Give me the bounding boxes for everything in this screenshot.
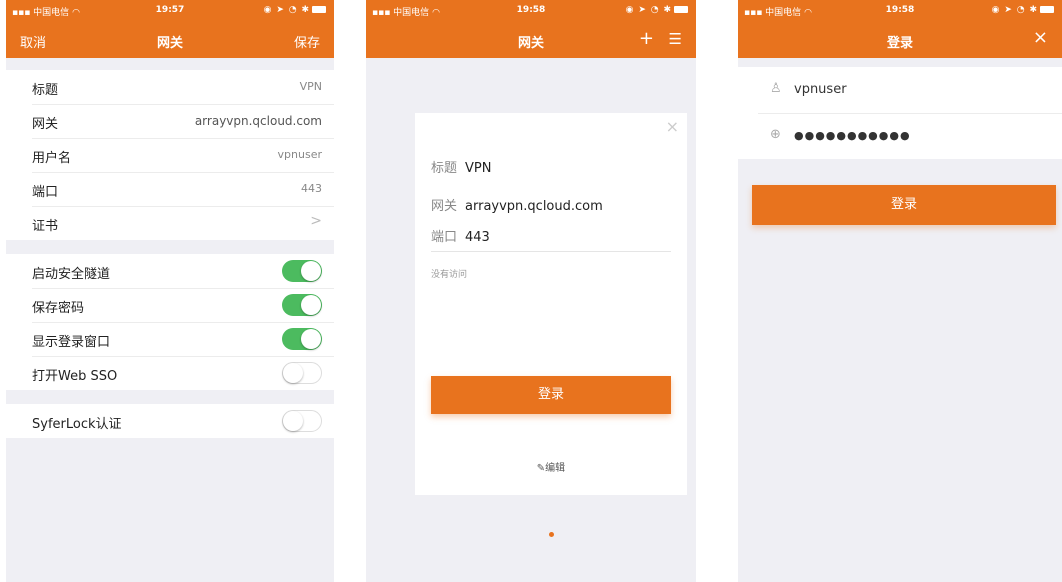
user-icon: ♙	[770, 81, 782, 96]
toggle-row-syferlock: SyferLock认证	[6, 404, 334, 438]
field-title-row[interactable]: 标题 VPN	[6, 70, 334, 104]
close-icon[interactable]: ×	[666, 117, 679, 136]
status-bar: ▪▪▪ 中国电信 ◠ 19:58 ◉ ➤ ◔ ✱	[738, 0, 1062, 22]
field-label: 用户名	[32, 151, 72, 166]
card-value: VPN	[465, 161, 492, 176]
toggle-knob	[301, 329, 321, 349]
status-icons: ◉ ➤ ◔ ✱	[264, 5, 326, 15]
toggle-label: 打开Web SSO	[32, 369, 118, 384]
gateway-card: × 标题 VPN 网关 arrayvpn.qcloud.com 端口 443 没有访问…	[415, 113, 687, 495]
menu-icon[interactable]: ☰	[669, 30, 682, 48]
toggle-settings: 启动安全隧道 保存密码 显示登录窗口 打开Web SSO	[6, 254, 334, 390]
show-login-window-toggle[interactable]	[282, 328, 322, 350]
login-screen: ▪▪▪ 中国电信 ◠ 19:58 ◉ ➤ ◔ ✱ 登录 × ♙ vpnuser …	[738, 0, 1062, 582]
field-gateway-row[interactable]: 网关 arrayvpn.qcloud.com	[6, 104, 334, 138]
gateway-settings-screen: ▪▪▪ 中国电信 ◠ 19:57 ◉ ➤ ◔ ✱ 取消 网关 保存 标题 VPN…	[6, 0, 334, 582]
gateway-card-screen: ▪▪▪ 中国电信 ◠ 19:58 ◉ ➤ ◔ ✱ 网关 + ☰ × 标题 VPN …	[366, 0, 696, 582]
field-certificate-row[interactable]: 证书 >	[6, 206, 334, 240]
nav-bar: ▪▪▪ 中国电信 ◠ 19:58 ◉ ➤ ◔ ✱ 登录 ×	[738, 0, 1062, 58]
secure-tunnel-toggle[interactable]	[282, 260, 322, 282]
add-icon[interactable]: +	[639, 28, 654, 49]
lock-icon: ⊕	[770, 127, 781, 142]
toggle-row-web-sso: 打开Web SSO	[6, 356, 334, 390]
status-bar: ▪▪▪ 中国电信 ◠ 19:57 ◉ ➤ ◔ ✱	[6, 0, 334, 22]
nav-bar: ▪▪▪ 中国电信 ◠ 19:57 ◉ ➤ ◔ ✱ 取消 网关 保存	[6, 0, 334, 58]
field-label: 证书	[32, 219, 59, 234]
gateway-fields: 标题 VPN 网关 arrayvpn.qcloud.com 用户名 vpnuse…	[6, 70, 334, 240]
field-label: 端口	[32, 185, 59, 200]
field-value: 443	[301, 182, 322, 195]
status-bar: ▪▪▪ 中国电信 ◠ 19:58 ◉ ➤ ◔ ✱	[366, 0, 696, 22]
chevron-right-icon: >	[310, 213, 322, 229]
toggle-knob	[301, 295, 321, 315]
card-port-line: 端口 443	[431, 226, 490, 245]
syferlock-toggle[interactable]	[282, 410, 322, 432]
field-label: 标题	[32, 83, 59, 98]
nav-bar: ▪▪▪ 中国电信 ◠ 19:58 ◉ ➤ ◔ ✱ 网关 + ☰	[366, 0, 696, 58]
toggle-knob	[283, 411, 303, 431]
status-icons: ◉ ➤ ◔ ✱	[992, 5, 1054, 15]
toggle-knob	[301, 261, 321, 281]
toggle-label: 启动安全隧道	[32, 267, 111, 282]
login-form: ♙ vpnuser ⊕ ●●●●●●●●●●●	[738, 67, 1062, 159]
save-button[interactable]: 保存	[294, 32, 320, 51]
toggle-knob	[283, 363, 303, 383]
card-key: 标题	[431, 161, 458, 176]
toggle-row-show-login: 显示登录窗口	[6, 322, 334, 356]
status-icons: ◉ ➤ ◔ ✱	[626, 5, 688, 15]
username-input[interactable]: vpnuser	[794, 82, 847, 97]
page-title: 登录	[886, 36, 913, 51]
field-value: VPN	[299, 80, 322, 93]
edit-button[interactable]: ✎编辑	[415, 459, 687, 474]
password-row[interactable]: ⊕ ●●●●●●●●●●●	[738, 113, 1062, 159]
toggle-label: 保存密码	[32, 301, 85, 316]
card-key: 网关	[431, 199, 458, 214]
battery-icon	[674, 6, 688, 13]
save-password-toggle[interactable]	[282, 294, 322, 316]
field-value: arrayvpn.qcloud.com	[194, 114, 322, 128]
username-row[interactable]: ♙ vpnuser	[738, 67, 1062, 113]
page-title: 网关	[156, 36, 183, 51]
toggle-row-save-password: 保存密码	[6, 288, 334, 322]
battery-icon	[312, 6, 326, 13]
login-button[interactable]: 登录	[431, 376, 671, 414]
field-port-row[interactable]: 端口 443	[6, 172, 334, 206]
card-title-line: 标题 VPN	[431, 157, 491, 176]
divider	[431, 251, 671, 252]
access-status: 没有访问	[431, 270, 468, 280]
card-value: 443	[465, 230, 490, 245]
syferlock-settings: SyferLock认证	[6, 404, 334, 438]
login-button[interactable]: 登录	[752, 185, 1056, 225]
password-input[interactable]: ●●●●●●●●●●●	[794, 129, 911, 142]
field-value: vpnuser	[277, 148, 322, 161]
card-value: arrayvpn.qcloud.com	[465, 199, 603, 214]
battery-icon	[1040, 6, 1054, 13]
toggle-label: 显示登录窗口	[32, 335, 111, 350]
close-icon[interactable]: ×	[1033, 27, 1048, 48]
web-sso-toggle[interactable]	[282, 362, 322, 384]
field-label: 网关	[32, 117, 59, 132]
toggle-row-secure-tunnel: 启动安全隧道	[6, 254, 334, 288]
card-key: 端口	[431, 230, 458, 245]
page-indicator-dot	[549, 532, 554, 537]
field-username-row[interactable]: 用户名 vpnuser	[6, 138, 334, 172]
toggle-label: SyferLock认证	[32, 417, 122, 432]
card-gateway-line: 网关 arrayvpn.qcloud.com	[431, 195, 603, 214]
